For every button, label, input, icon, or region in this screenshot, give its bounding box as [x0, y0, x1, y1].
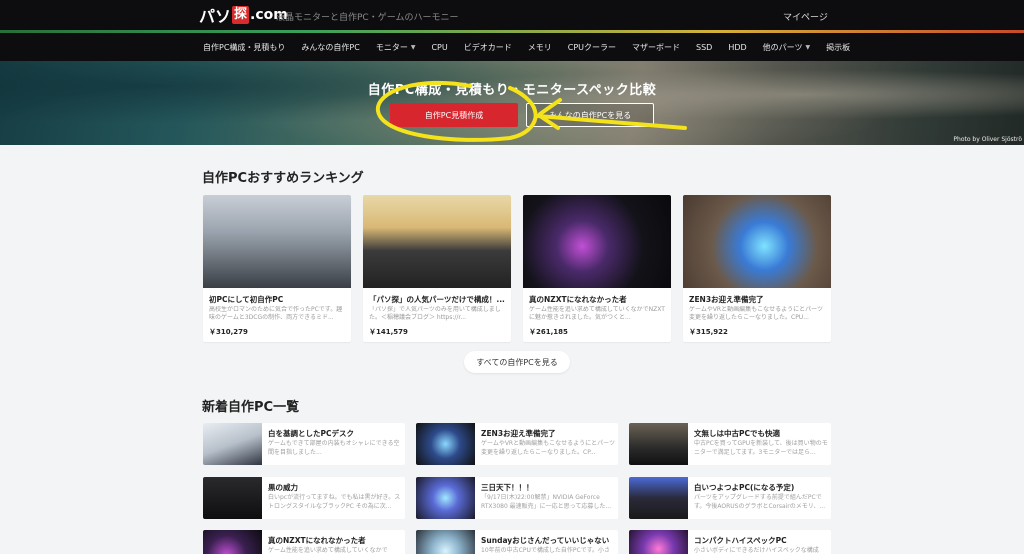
pc-thumbnail[interactable] [203, 195, 351, 288]
nav-item[interactable]: みんなの自作PC [301, 42, 359, 53]
item-title[interactable]: 文無しは中古PCでも快適 [694, 428, 828, 439]
pc-thumbnail[interactable] [416, 477, 475, 519]
ranking-card[interactable]: 初PCにして初自作PC 高校生がロマンのために気合で作ったPCです。趣味のゲームと… [203, 195, 351, 342]
card-description: 高校生がロマンのために気合で作ったPCです。趣味のゲームと3DCGの制作、両方で… [209, 306, 343, 321]
main-nav: 自作PC構成・見積もり みんなの自作PC モニター ▼ CPU ビデオカード メモリ CPUク… [0, 33, 1024, 61]
nav-item[interactable]: CPUクーラー [568, 42, 616, 53]
card-price: ￥315,922 [689, 328, 728, 336]
nav-item[interactable]: メモリ [528, 42, 552, 53]
new-pc-item[interactable]: コンパクトハイスペックPC 小さいボディにできるだけハイスペックな構成 [629, 530, 831, 554]
nav-item-label: SSD [696, 42, 713, 52]
nav-item[interactable]: SSD [696, 43, 712, 52]
create-estimate-button[interactable]: 自作PC見積作成 [390, 103, 518, 127]
pc-thumbnail[interactable] [416, 530, 475, 554]
item-description: パーツをアップグレードする前提で組んだPCです。今後AORUSのグラボとCors… [694, 494, 826, 510]
new-list-heading: 新着自作PC一覧 [202, 400, 300, 415]
item-description: 「9/17日(木)22:00解禁」NVIDIA GeForce RTX3080 … [481, 494, 612, 510]
card-title[interactable]: 「パソ探」の人気パーツだけで構成！... [369, 294, 507, 305]
mypage-link[interactable]: マイページ [783, 10, 828, 23]
item-description: 小さいボディにできるだけハイスペックな構成 [694, 547, 819, 554]
nav-item-label: 他のパーツ [762, 42, 803, 52]
pc-thumbnail[interactable] [683, 195, 831, 288]
item-title[interactable]: Sundayおじさんだっていいじゃない [481, 535, 615, 546]
pc-thumbnail[interactable] [203, 477, 262, 519]
card-description: ゲームやVRと動画編集もこなせるようにとパーツ変更を繰り返したらこーなりました。… [689, 306, 823, 321]
nav-item-label: みんなの自作PC [301, 42, 360, 52]
ranking-heading: 自作PCおすすめランキング [202, 171, 364, 186]
nav-item[interactable]: モニター ▼ [376, 42, 416, 53]
card-description: ゲーム性能を追い求めて構成していくなかでNZXTに魅か惹きされました。気がつくと… [529, 306, 665, 321]
card-title[interactable]: ZEN3お迎え準備完了 [689, 294, 827, 305]
item-title[interactable]: 黒の威力 [268, 482, 402, 493]
pc-thumbnail[interactable] [629, 530, 688, 554]
item-description: ゲームもできて部屋の内装もオシャレにできる空間を目指しました... [268, 440, 400, 456]
see-all-pc-button[interactable]: すべての自作PCを見る [464, 351, 570, 373]
pc-thumbnail[interactable] [363, 195, 511, 288]
item-title[interactable]: 真のNZXTになれなかった者 [268, 535, 402, 546]
logo-tan: 探 [232, 6, 250, 24]
nav-item-label: マザーボード [632, 42, 680, 52]
ranking-card[interactable]: ZEN3お迎え準備完了 ゲームやVRと動画編集もこなせるようにとパーツ変更を繰り返… [683, 195, 831, 342]
pc-thumbnail[interactable] [416, 423, 475, 465]
nav-item-label: CPU [431, 42, 448, 52]
nav-item-label: HDD [728, 42, 747, 52]
nav-item[interactable]: 自作PC構成・見積もり [203, 42, 285, 53]
ranking-card[interactable]: 「パソ探」の人気パーツだけで構成！... 「パソ探」で人気パーツのみを用いて構成し… [363, 195, 511, 342]
new-pc-item[interactable]: 三日天下！！！ 「9/17日(木)22:00解禁」NVIDIA GeForce R… [416, 477, 618, 519]
nav-item[interactable]: HDD [728, 43, 746, 52]
card-price: ￥310,279 [209, 328, 248, 336]
item-title[interactable]: 三日天下！！！ [481, 482, 615, 493]
item-description: 白いpcが流行ってますね。でも私は黒が好き。ストロングスタイルなブラックPC そ… [268, 494, 401, 510]
card-title[interactable]: 真のNZXTになれなかった者 [529, 294, 667, 305]
pc-thumbnail[interactable] [523, 195, 671, 288]
nav-items: 自作PC構成・見積もり みんなの自作PC モニター ▼ CPU ビデオカード メモリ CPUク… [203, 33, 866, 61]
chevron-down-icon: ▼ [805, 43, 811, 51]
item-title[interactable]: 白を基調としたPCデスク [268, 428, 402, 439]
nav-item[interactable]: 他のパーツ ▼ [763, 42, 810, 53]
item-title[interactable]: コンパクトハイスペックPC [694, 535, 828, 546]
site-logo[interactable]: パソ 探 .com [199, 5, 288, 26]
logo-kana: パソ [199, 7, 232, 26]
nav-item[interactable]: 掲示板 [826, 42, 850, 53]
nav-item-label: 自作PC構成・見積もり [203, 42, 286, 52]
chevron-down-icon: ▼ [410, 43, 416, 51]
item-description: 中古PCを買ってGPUを新装して、後は買い物のモニターで満足してます。3モニター… [694, 440, 828, 456]
item-description: 10年前の中古CPUで構成した自作PCです。小さ [481, 547, 611, 554]
hero-banner: 自作PC構成・見積もり・モニタースペック比較 自作PC見積作成 みんなの自作PC… [0, 61, 1024, 145]
card-title[interactable]: 初PCにして初自作PC [209, 294, 347, 305]
new-pc-item[interactable]: 文無しは中古PCでも快適 中古PCを買ってGPUを新装して、後は買い物のモニターで… [629, 423, 831, 465]
item-title[interactable]: ZEN3お迎え準備完了 [481, 428, 615, 439]
item-description: ゲームやVRと動画編集もこなせるようにとパーツ変更を繰り返したらこーなりました。… [481, 440, 615, 456]
hero-title: 自作PC構成・見積もり・モニタースペック比較 [367, 83, 657, 98]
new-pc-item[interactable]: 白を基調としたPCデスク ゲームもできて部屋の内装もオシャレにできる空間を目指しま… [203, 423, 405, 465]
card-price: ￥141,579 [369, 328, 408, 336]
nav-item[interactable]: ビデオカード [464, 42, 512, 53]
view-everyone-pc-button[interactable]: みんなの自作PCを見る [526, 103, 654, 127]
top-bar: パソ 探 .com 液晶モニターと自作PC・ゲームのハーモニー マイページ [0, 0, 1024, 30]
nav-item-label: 掲示板 [826, 42, 851, 52]
nav-item[interactable]: CPU [431, 43, 447, 52]
ranking-card[interactable]: 真のNZXTになれなかった者 ゲーム性能を追い求めて構成していくなかでNZXTに魅… [523, 195, 671, 342]
nav-item-label: CPUクーラー [567, 42, 616, 52]
photo-credit: Photo by Oliver Sjöströ [953, 136, 1022, 143]
pc-thumbnail[interactable] [203, 530, 262, 554]
nav-item-label: メモリ [527, 42, 552, 52]
card-description: 「パソ探」で人気パーツのみを用いて構成しました。＜稲穂議会ブログ＞ https:… [369, 306, 501, 321]
site-tagline: 液晶モニターと自作PC・ゲームのハーモニー [276, 13, 459, 23]
pc-thumbnail[interactable] [203, 423, 262, 465]
new-pc-item[interactable]: 黒の威力 白いpcが流行ってますね。でも私は黒が好き。ストロングスタイルなブラック… [203, 477, 405, 519]
card-price: ￥261,185 [529, 328, 568, 336]
new-pc-item[interactable]: ZEN3お迎え準備完了 ゲームやVRと動画編集もこなせるようにとパーツ変更を繰り返… [416, 423, 618, 465]
item-description: ゲーム性能を追い求めて構成していくなかで [268, 547, 388, 554]
pc-thumbnail[interactable] [629, 423, 688, 465]
new-pc-item[interactable]: 真のNZXTになれなかった者 ゲーム性能を追い求めて構成していくなかで [203, 530, 405, 554]
pc-thumbnail[interactable] [629, 477, 688, 519]
item-title[interactable]: 白いつよつよPC(になる予定) [694, 482, 828, 493]
new-pc-item[interactable]: 白いつよつよPC(になる予定) パーツをアップグレードする前提で組んだPCです。今… [629, 477, 831, 519]
new-pc-item[interactable]: Sundayおじさんだっていいじゃない 10年前の中古CPUで構成した自作PCです… [416, 530, 618, 554]
nav-item[interactable]: マザーボード [632, 42, 680, 53]
nav-item-label: ビデオカード [463, 42, 512, 52]
nav-item-label: モニター [375, 42, 408, 52]
